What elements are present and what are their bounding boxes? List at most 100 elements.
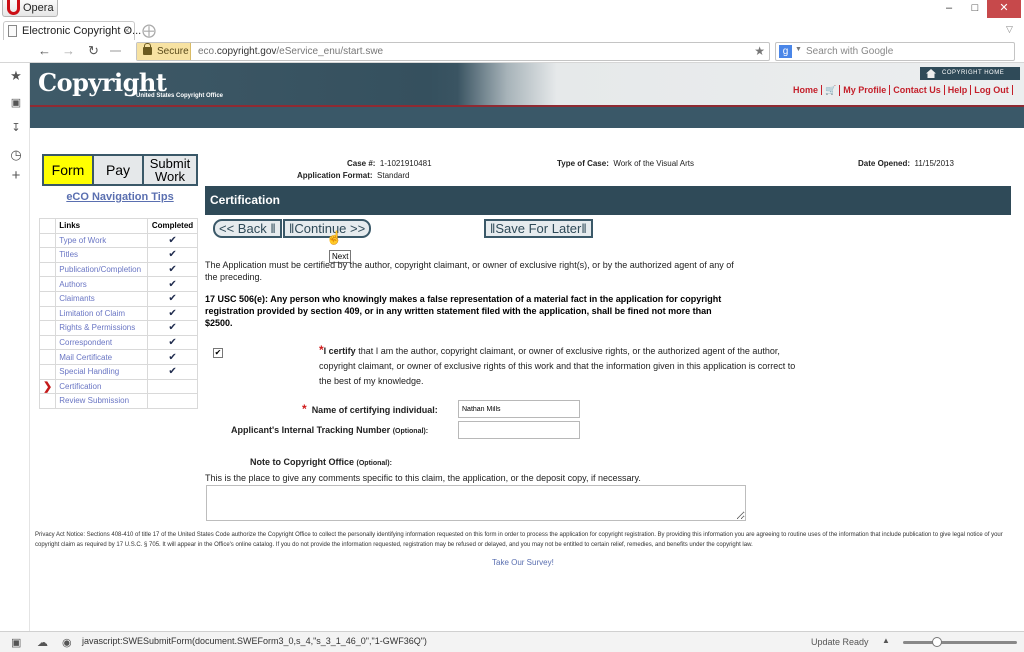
address-field[interactable]: Secure eco.copyright.gov/eService_enu/st… (136, 42, 770, 61)
certify-checkbox[interactable]: ✔ (213, 348, 223, 358)
nav-link-row[interactable]: Correspondent ✔ (38, 334, 198, 351)
key-icon[interactable]: ⎯⎯ (110, 43, 121, 59)
certify-text: that I am the author, copyright claimant… (319, 346, 796, 386)
nav-link[interactable]: Claimants (55, 290, 149, 307)
top-link-home[interactable]: Home (790, 85, 823, 95)
nav-link[interactable]: Type of Work (55, 232, 149, 249)
application-format-value: Standard (377, 171, 410, 180)
step-pay[interactable]: Pay (94, 156, 144, 184)
step-submit-work[interactable]: Submit Work (144, 156, 196, 184)
completed-col-header: Completed (147, 218, 198, 234)
nav-link-row[interactable]: Publication/Completion ✔ (38, 261, 198, 278)
secure-badge[interactable]: Secure (137, 43, 191, 60)
nav-link[interactable]: Authors (55, 276, 149, 292)
url-host-prefix: eco. (198, 46, 217, 57)
reload-icon[interactable]: ↻ (88, 43, 99, 59)
case-number-value: 1-1021910481 (379, 159, 432, 168)
bookmark-star-icon[interactable]: ★ (754, 43, 765, 60)
save-for-later-button[interactable]: ‖Save For Later‖ (484, 219, 593, 238)
top-link-log-out[interactable]: Log Out (971, 85, 1013, 95)
nav-link-row[interactable]: Claimants ✔ (38, 290, 198, 307)
nav-link-row[interactable]: Titles ✔ (38, 247, 198, 263)
secure-label: Secure (157, 46, 189, 57)
turbo-icon[interactable]: ◉ (62, 636, 72, 649)
nav-link[interactable]: Mail Certificate (55, 349, 149, 365)
tab-menu-chevron-icon[interactable]: ▽ (1006, 24, 1013, 35)
nav-link[interactable]: Publication/Completion (55, 261, 149, 278)
arrow-cell (38, 363, 57, 380)
update-ready-label[interactable]: Update Ready (811, 637, 869, 647)
tracking-optional: (Optional): (392, 428, 429, 435)
arrow-cell (38, 305, 57, 322)
downloads-icon[interactable]: ↧ (9, 121, 23, 135)
nav-link[interactable]: Special Handling (55, 363, 149, 380)
tracking-number-input[interactable] (458, 421, 580, 439)
minimize-button[interactable]: – (936, 0, 962, 18)
search-engine-dropdown-icon[interactable]: ▼ (795, 46, 802, 53)
nav-link-row[interactable]: Rights & Permissions ✔ (38, 320, 198, 336)
step-form[interactable]: Form (44, 156, 94, 184)
nav-link[interactable]: Correspondent (55, 334, 149, 351)
privacy-notice: Privacy Act Notice: Sections 408-410 of … (35, 532, 1003, 548)
top-link-my-profile[interactable]: My Profile (840, 85, 891, 95)
arrow-cell (38, 261, 57, 278)
panel-toggle-icon[interactable]: ▣ (11, 636, 21, 649)
links-table-header: Links Completed (38, 218, 198, 234)
nav-link-row[interactable]: ❯ Certification (38, 378, 198, 395)
maximize-button[interactable]: □ (962, 0, 988, 18)
nav-link[interactable]: Certification (55, 378, 149, 395)
add-panel-plus-icon[interactable]: + (9, 168, 23, 183)
zoom-slider-knob[interactable] (932, 637, 943, 647)
view-menu-arrow-icon[interactable]: ▲ (882, 636, 890, 645)
status-bar: ▣ ☁ ◉ javascript:SWESubmitForm(document.… (0, 631, 1024, 652)
note-textarea[interactable] (206, 485, 746, 521)
nav-link[interactable]: Review Submission (55, 393, 149, 409)
cart-icon[interactable]: 🛒 (822, 85, 841, 96)
top-link-help[interactable]: Help (945, 85, 972, 95)
search-field[interactable]: g ▼ Search with Google (775, 42, 1015, 61)
opera-menu-button[interactable]: Opera (2, 0, 58, 17)
nav-link-row[interactable]: Authors ✔ (38, 276, 198, 292)
nav-link-row[interactable]: Mail Certificate ✔ (38, 349, 198, 365)
notes-icon[interactable]: ▣ (9, 96, 23, 110)
case-number: Case #: 1-1021910481 (347, 159, 432, 168)
checkmark-icon: ✔ (147, 363, 198, 380)
new-tab-icon[interactable]: ⨁ (142, 22, 156, 39)
site-header: Copyright United States Copyright Office… (30, 63, 1024, 128)
note-help-text: This is the place to give any comments s… (205, 473, 641, 483)
opera-unite-cloud-icon[interactable]: ☁ (37, 636, 48, 649)
forward-arrow-icon[interactable]: → (62, 43, 75, 59)
close-tab-icon[interactable]: × (124, 22, 130, 40)
back-arrow-icon[interactable]: ← (38, 43, 51, 59)
nav-link[interactable]: Limitation of Claim (55, 305, 149, 322)
nav-link-row[interactable]: Limitation of Claim ✔ (38, 305, 198, 322)
arrow-cell (38, 320, 57, 336)
survey-link[interactable]: Take Our Survey! (492, 558, 554, 567)
nav-link-row[interactable]: Special Handling ✔ (38, 363, 198, 380)
close-window-button[interactable]: ✕ (987, 0, 1021, 18)
nav-link[interactable]: Titles (55, 247, 149, 263)
legal-warning: 17 USC 506(e): Any person who knowingly … (205, 294, 722, 328)
section-title: Certification (205, 186, 1011, 215)
arrow-cell (38, 334, 57, 351)
checkmark-icon: ✔ (147, 247, 198, 263)
nav-link[interactable]: Rights & Permissions (55, 320, 149, 336)
bookmarks-star-icon[interactable]: ★ (9, 69, 23, 83)
zoom-slider[interactable] (903, 637, 1017, 647)
nav-link-row[interactable]: Type of Work ✔ (38, 232, 198, 249)
certifying-name-input[interactable] (458, 400, 580, 418)
url-text[interactable]: eco.copyright.gov/eService_enu/start.swe (198, 43, 383, 60)
back-button-label: << Back (219, 221, 267, 236)
checkmark-icon: ✔ (147, 305, 198, 322)
top-link-contact-us[interactable]: Contact Us (890, 85, 945, 95)
page-icon (8, 25, 17, 37)
note-label-text: Note to Copyright Office (250, 457, 354, 467)
history-clock-icon[interactable]: ◷ (9, 148, 23, 162)
nav-link-row[interactable]: Review Submission (38, 393, 198, 409)
tracking-label: Applicant's Internal Tracking Number (Op… (231, 425, 428, 435)
tab-electronic-copyright[interactable]: Electronic Copyright O... × (3, 21, 141, 40)
copyright-home-button[interactable]: COPYRIGHT HOME (920, 67, 1020, 80)
navigation-tips-link[interactable]: eCO Navigation Tips (42, 191, 198, 203)
arrow-cell (38, 247, 57, 263)
back-button[interactable]: << Back ‖ (213, 219, 282, 238)
